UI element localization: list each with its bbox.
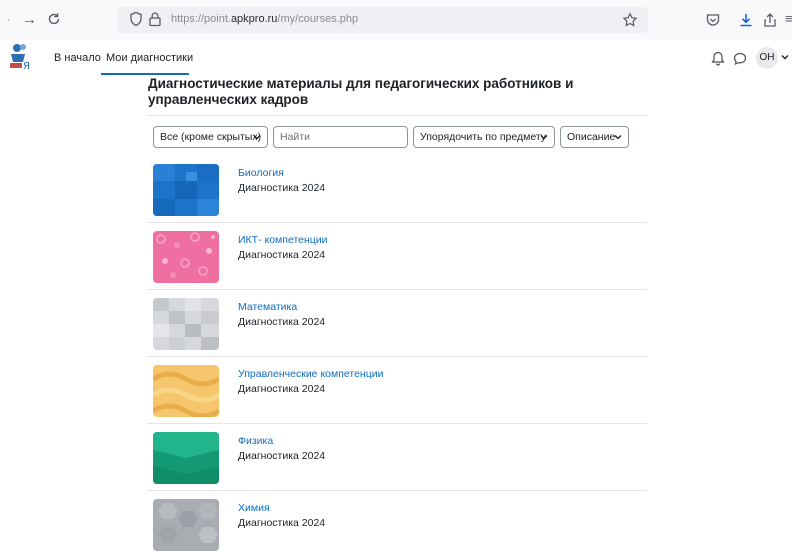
nav-home-link[interactable]: В начало <box>54 52 101 64</box>
chevron-down-icon <box>540 135 548 140</box>
back-arrow-icon[interactable]: · <box>6 11 11 29</box>
share-icon[interactable] <box>762 12 778 28</box>
pocket-icon[interactable] <box>705 12 721 28</box>
sort-dropdown[interactable]: Упорядочить по предмету <box>413 126 555 148</box>
notification-bell-icon[interactable] <box>711 51 725 66</box>
chevron-down-icon[interactable] <box>781 54 789 60</box>
course-image[interactable] <box>153 298 219 350</box>
active-tab-indicator <box>101 73 189 75</box>
course-item-chemistry[interactable]: Химия Диагностика 2024 <box>147 491 647 558</box>
divider <box>147 115 647 116</box>
course-name-link[interactable]: Физика <box>238 435 273 447</box>
course-item-physics[interactable]: Физика Диагностика 2024 <box>147 424 647 491</box>
tracking-shield-icon[interactable] <box>128 11 144 27</box>
site-logo[interactable]: Я <box>8 42 34 72</box>
course-item-math[interactable]: Математика Диагностика 2024 <box>147 290 647 357</box>
sort-label: Упорядочить по предмету <box>420 131 546 143</box>
lock-icon[interactable] <box>148 11 162 27</box>
chevron-down-icon <box>253 135 261 140</box>
menu-icon[interactable]: ≡ <box>785 10 792 28</box>
chevron-down-icon <box>614 135 622 140</box>
course-name-link[interactable]: Управленческие компетенции <box>238 368 383 380</box>
forward-arrow-icon[interactable]: → <box>22 11 37 29</box>
browser-toolbar: · → https://point.apkpro.ru/my/courses.p… <box>0 0 792 40</box>
search-input[interactable]: Найти <box>273 126 408 148</box>
course-category: Диагностика 2024 <box>238 450 326 462</box>
url-prefix: https://point. <box>171 13 231 25</box>
course-name-link[interactable]: Математика <box>238 301 297 313</box>
course-name-link[interactable]: Биология <box>238 167 284 179</box>
course-category: Диагностика 2024 <box>238 249 326 261</box>
course-image[interactable] <box>153 365 219 417</box>
course-category: Диагностика 2024 <box>238 316 326 328</box>
messages-icon[interactable] <box>733 51 747 66</box>
course-image[interactable] <box>153 164 219 216</box>
bookmark-star-icon[interactable] <box>622 12 638 28</box>
site-navbar: Я В начало Мои диагностики ОН <box>0 40 792 76</box>
downloads-icon[interactable] <box>738 12 754 28</box>
page-title: Диагностические материалы для педагогиче… <box>148 76 574 107</box>
course-category: Диагностика 2024 <box>238 383 326 395</box>
course-item-ict[interactable]: ИКТ- компетенции Диагностика 2024 <box>147 223 647 290</box>
course-image[interactable] <box>153 432 219 484</box>
course-image[interactable] <box>153 499 219 551</box>
course-name-link[interactable]: ИКТ- компетенции <box>238 234 328 246</box>
address-bar[interactable]: https://point.apkpro.ru/my/courses.php <box>118 7 648 33</box>
svg-text:Я: Я <box>23 61 30 72</box>
view-label: Описание <box>567 131 616 143</box>
course-item-management[interactable]: Управленческие компетенции Диагностика 2… <box>147 357 647 424</box>
url-path: /my/courses.php <box>277 13 359 25</box>
url-domain: apkpro.ru <box>230 13 278 25</box>
user-avatar[interactable]: ОН <box>756 47 778 69</box>
course-item-biology[interactable]: Биология Диагностика 2024 <box>147 156 647 223</box>
search-placeholder: Найти <box>280 131 310 143</box>
grouping-label: Все (кроме скрытых) <box>160 131 262 143</box>
view-dropdown[interactable]: Описание <box>560 126 629 148</box>
url-text: https://point.apkpro.ru/my/courses.php <box>171 13 358 25</box>
course-category: Диагностика 2024 <box>238 517 326 529</box>
nav-mycourses-link[interactable]: Мои диагностики <box>106 52 193 64</box>
course-name-link[interactable]: Химия <box>238 502 270 514</box>
grouping-dropdown[interactable]: Все (кроме скрытых) <box>153 126 268 148</box>
reload-icon[interactable] <box>47 12 61 26</box>
course-category: Диагностика 2024 <box>238 182 326 194</box>
course-image[interactable] <box>153 231 219 283</box>
